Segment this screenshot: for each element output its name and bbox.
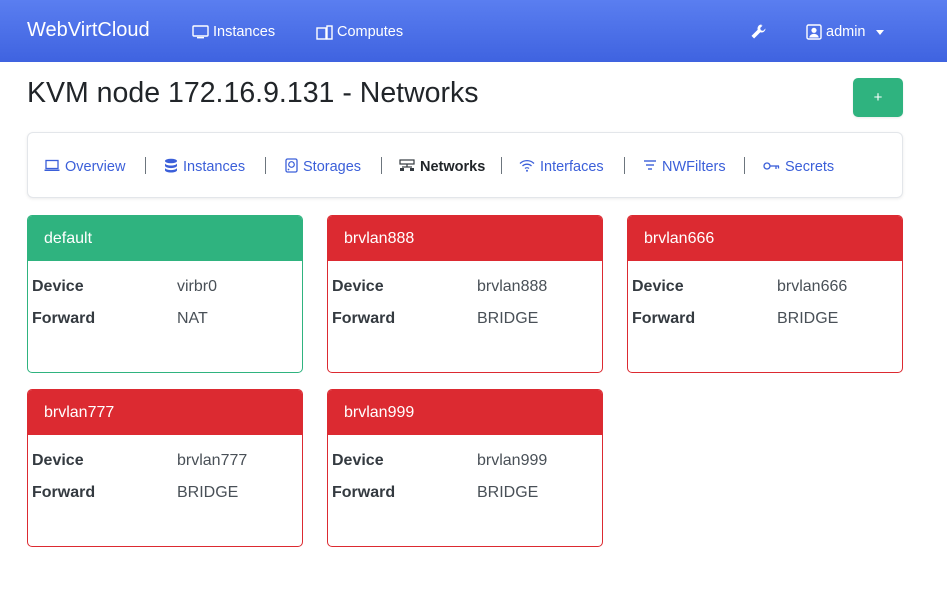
device-value: brvlan666 — [777, 278, 848, 295]
forward-value: BRIDGE — [477, 310, 539, 327]
device-value: brvlan999 — [477, 452, 548, 469]
nav-instances-link[interactable]: Instances — [192, 23, 275, 41]
user-menu-label: admin — [826, 24, 866, 40]
network-name: brvlan666 — [628, 216, 902, 261]
tab-instances-label: Instances — [183, 159, 246, 175]
subnav-divider — [624, 157, 625, 174]
forward-label: Forward — [632, 310, 696, 327]
tab-interfaces-label: Interfaces — [540, 159, 604, 175]
database-icon — [164, 158, 178, 177]
page-title: KVM node 172.16.9.131 - Networks — [27, 77, 479, 109]
tab-instances[interactable]: Instances — [164, 158, 245, 176]
tab-secrets-label: Secrets — [785, 159, 835, 175]
device-label: Device — [332, 278, 384, 295]
filter-icon — [643, 159, 657, 175]
subnav-divider — [381, 157, 382, 174]
network-name: brvlan777 — [28, 390, 302, 435]
forward-value: BRIDGE — [777, 310, 839, 327]
top-navbar: WebVirtCloud Instances Computes admin — [0, 0, 947, 62]
tab-storages[interactable]: Storages — [285, 157, 362, 177]
network-card-brvlan777[interactable]: brvlan777 Device brvlan777 Forward BRIDG… — [27, 389, 303, 547]
tab-secrets[interactable]: Secrets — [763, 158, 834, 176]
forward-value: NAT — [177, 310, 208, 327]
subnav-divider — [501, 157, 502, 174]
tab-interfaces[interactable]: Interfaces — [519, 158, 604, 176]
forward-label: Forward — [332, 484, 396, 501]
network-card-brvlan888[interactable]: brvlan888 Device brvlan888 Forward BRIDG… — [327, 215, 603, 373]
device-label: Device — [332, 452, 384, 469]
subnav-divider — [265, 157, 266, 174]
forward-label: Forward — [332, 310, 396, 327]
forward-label: Forward — [32, 310, 96, 327]
forward-value: BRIDGE — [177, 484, 239, 501]
tab-overview[interactable]: Overview — [44, 158, 125, 176]
device-value: brvlan777 — [177, 452, 248, 469]
wifi-icon — [519, 159, 535, 176]
brand-logo[interactable]: WebVirtCloud — [27, 19, 150, 42]
tab-overview-label: Overview — [65, 159, 126, 175]
nav-computes-link[interactable]: Computes — [316, 23, 403, 41]
tab-networks[interactable]: Networks — [399, 158, 485, 176]
forward-label: Forward — [32, 484, 96, 501]
chevron-down-icon — [875, 29, 884, 35]
tab-nwfilters-label: NWFilters — [662, 159, 726, 175]
nav-instances-label: Instances — [213, 24, 276, 40]
sitemap-icon — [399, 158, 415, 176]
laptop-icon — [44, 159, 60, 176]
device-value: brvlan888 — [477, 278, 548, 295]
network-card-brvlan999[interactable]: brvlan999 Device brvlan999 Forward BRIDG… — [327, 389, 603, 547]
user-icon — [806, 24, 822, 40]
tab-storages-label: Storages — [303, 159, 362, 175]
add-network-button[interactable]: + — [853, 78, 903, 117]
user-menu-dropdown[interactable]: admin — [806, 23, 884, 41]
subnav-divider — [145, 157, 146, 174]
tab-networks-label: Networks — [420, 159, 486, 175]
network-card-brvlan666[interactable]: brvlan666 Device brvlan666 Forward BRIDG… — [627, 215, 903, 373]
hdd-icon — [285, 157, 298, 177]
device-label: Device — [32, 452, 84, 469]
key-icon — [763, 159, 780, 175]
device-label: Device — [32, 278, 84, 295]
nav-computes-label: Computes — [337, 24, 404, 40]
network-card-default[interactable]: default Device virbr0 Forward NAT — [27, 215, 303, 373]
server-icon — [316, 24, 333, 40]
desktop-icon — [192, 25, 209, 39]
subnav-divider — [744, 157, 745, 174]
tools-button[interactable] — [750, 22, 767, 40]
network-name: brvlan888 — [328, 216, 602, 261]
host-subnav: Overview Instances Storages Networks Int… — [27, 132, 903, 198]
device-label: Device — [632, 278, 684, 295]
forward-value: BRIDGE — [477, 484, 539, 501]
network-name: default — [28, 216, 302, 261]
wrench-icon — [750, 23, 767, 40]
network-name: brvlan999 — [328, 390, 602, 435]
tab-nwfilters[interactable]: NWFilters — [643, 158, 726, 176]
device-value: virbr0 — [177, 278, 218, 295]
